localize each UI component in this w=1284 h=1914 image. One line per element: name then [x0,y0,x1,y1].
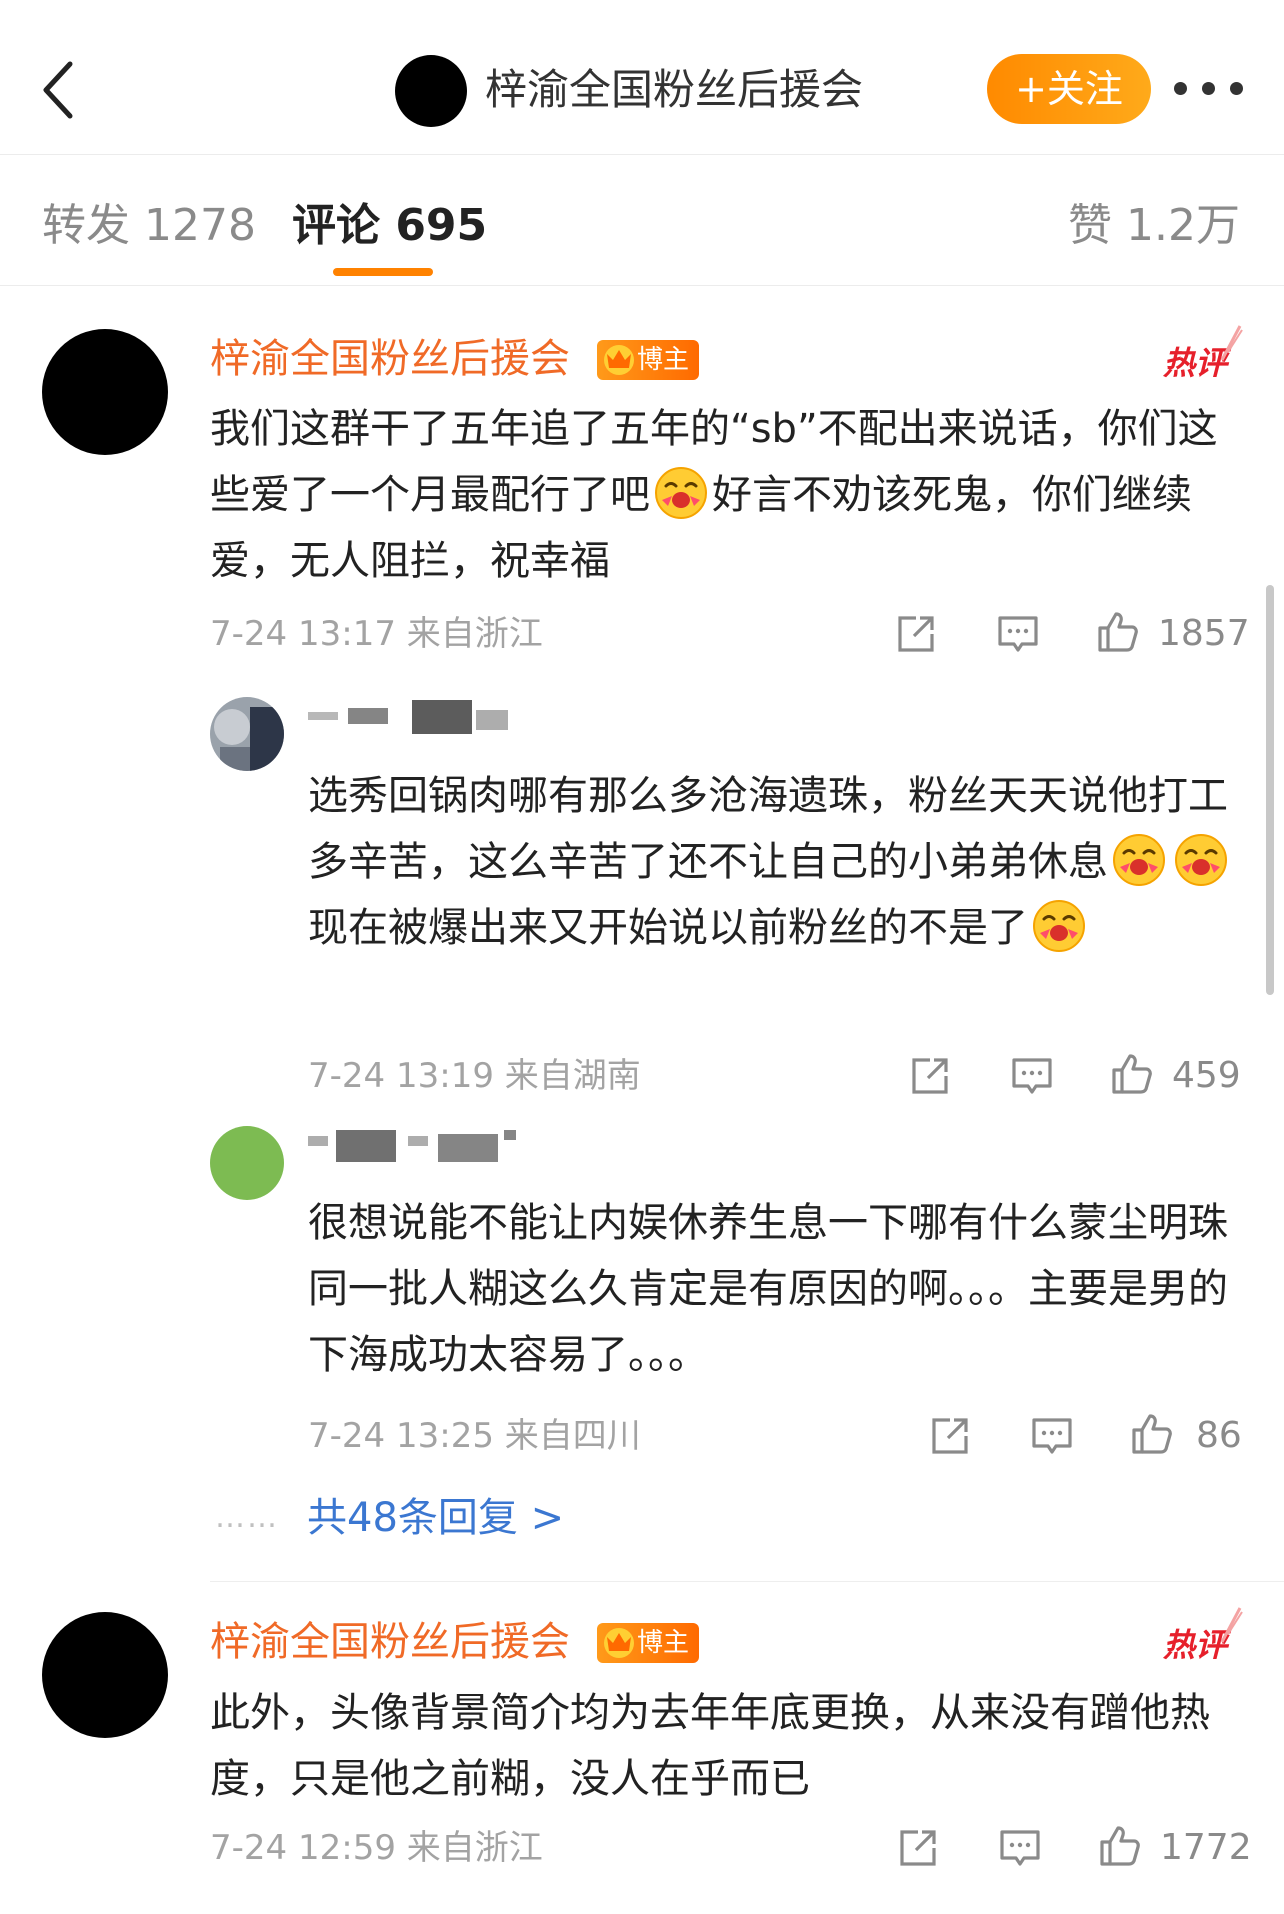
hot-flag-icon [1220,325,1243,361]
reply-icon[interactable] [996,612,1040,656]
like-count: 86 [1196,1415,1242,1456]
comment-meta: 7-24 13:17 来自浙江 [210,612,543,656]
comment-text: 此外，头像背景简介均为去年年底更换，从来没有蹭他热度，只是他之前糊，没人在乎而已 [210,1690,1210,1802]
reply-time: 7-24 13:25 [308,1416,494,1456]
reply-avatar[interactable] [210,697,284,771]
reply-text: 选秀回锅肉哪有那么多沧海遗珠，粉丝天天说他打工多辛苦，这么辛苦了还不让自己的小弟… [308,763,1248,961]
share-icon[interactable] [896,1826,940,1870]
like-count: 1772 [1160,1827,1252,1868]
blogger-badge: 博主 [597,340,700,380]
kiss-emoji-icon [1112,833,1166,887]
share-icon[interactable] [894,612,938,656]
reply-text-part2: 现在被爆出来又开始说以前粉丝的不是了 [308,905,1028,951]
like-icon[interactable] [1110,1052,1154,1096]
hot-flag-icon [1220,1607,1243,1643]
commenter-avatar[interactable] [42,1612,168,1738]
share-icon[interactable] [928,1414,972,1458]
reply-text: 很想说能不能让内娱休养生息一下哪有什么蒙尘明珠 同一批人糊这么久肯定是有原因的啊… [308,1200,1228,1378]
view-more-replies-link[interactable]: 共48条回复 > [307,1492,564,1544]
reply-time: 7-24 13:19 [308,1056,494,1096]
comment-time: 7-24 13:17 [210,614,396,654]
commenter-avatar[interactable] [42,329,168,455]
comment-text: 我们这群干了五年追了五年的“sb”不配出来说话，你们这些爱了一个月最配行了吧 好言… [210,396,1250,594]
blogger-badge-label: 博主 [637,345,690,375]
reply-username-blurred [308,700,508,740]
kiss-emoji-icon [654,466,708,520]
crown-icon [604,345,634,375]
page-title: 梓渝全国粉丝后援会 [485,65,864,114]
blogger-badge-label: 博主 [637,1628,690,1658]
crown-icon [604,1628,634,1658]
reply-avatar[interactable] [210,1126,284,1200]
reply-meta: 7-24 13:25 来自四川 [308,1414,641,1458]
reply-text-part1: 选秀回锅肉哪有那么多沧海遗珠，粉丝天天说他打工多辛苦，这么辛苦了还不让自己的小弟… [308,773,1228,885]
kiss-emoji-icon [1174,833,1228,887]
scrollbar[interactable] [1266,585,1274,995]
like-icon[interactable] [1130,1412,1174,1456]
comment-meta: 7-24 12:59 来自浙江 [210,1826,543,1870]
reply-username-blurred [308,1130,518,1170]
more-replies-dots: …… [215,1500,279,1535]
reply-icon[interactable] [998,1826,1042,1870]
commenter-name[interactable]: 梓渝全国粉丝后援会 [210,1616,570,1668]
commenter-name[interactable]: 梓渝全国粉丝后援会 [210,333,570,385]
share-icon[interactable] [908,1054,952,1098]
comment-time: 7-24 12:59 [210,1828,396,1868]
tab-likes[interactable]: 赞 1.2万 [1068,198,1240,254]
reply-location: 来自湖南 [504,1056,641,1096]
active-tab-indicator [333,268,433,276]
tab-comments[interactable]: 评论 695 [292,198,487,254]
reply-icon[interactable] [1010,1054,1054,1098]
like-icon[interactable] [1098,1824,1142,1868]
header-avatar[interactable] [395,55,467,127]
tab-bar: 转发 1278 评论 695 赞 1.2万 [0,156,1284,286]
top-bar: 梓渝全国粉丝后援会 +关注 [0,0,1284,155]
blogger-badge: 博主 [597,1623,700,1663]
reply-meta: 7-24 13:19 来自湖南 [308,1054,641,1098]
like-icon[interactable] [1096,610,1140,654]
comment-divider [210,1581,1284,1582]
kiss-emoji-icon [1032,899,1086,953]
reply-icon[interactable] [1030,1414,1074,1458]
like-count: 459 [1172,1055,1241,1096]
follow-button[interactable]: +关注 [987,54,1151,124]
back-arrow-icon[interactable] [36,58,92,122]
reply-location: 来自四川 [504,1416,641,1456]
comment-location: 来自浙江 [406,614,543,654]
tab-repost[interactable]: 转发 1278 [42,198,256,254]
more-options-icon[interactable] [1174,80,1244,96]
comment-location: 来自浙江 [406,1828,543,1868]
bottom-fade-overlay [1144,1878,1284,1914]
like-count: 1857 [1158,613,1250,654]
